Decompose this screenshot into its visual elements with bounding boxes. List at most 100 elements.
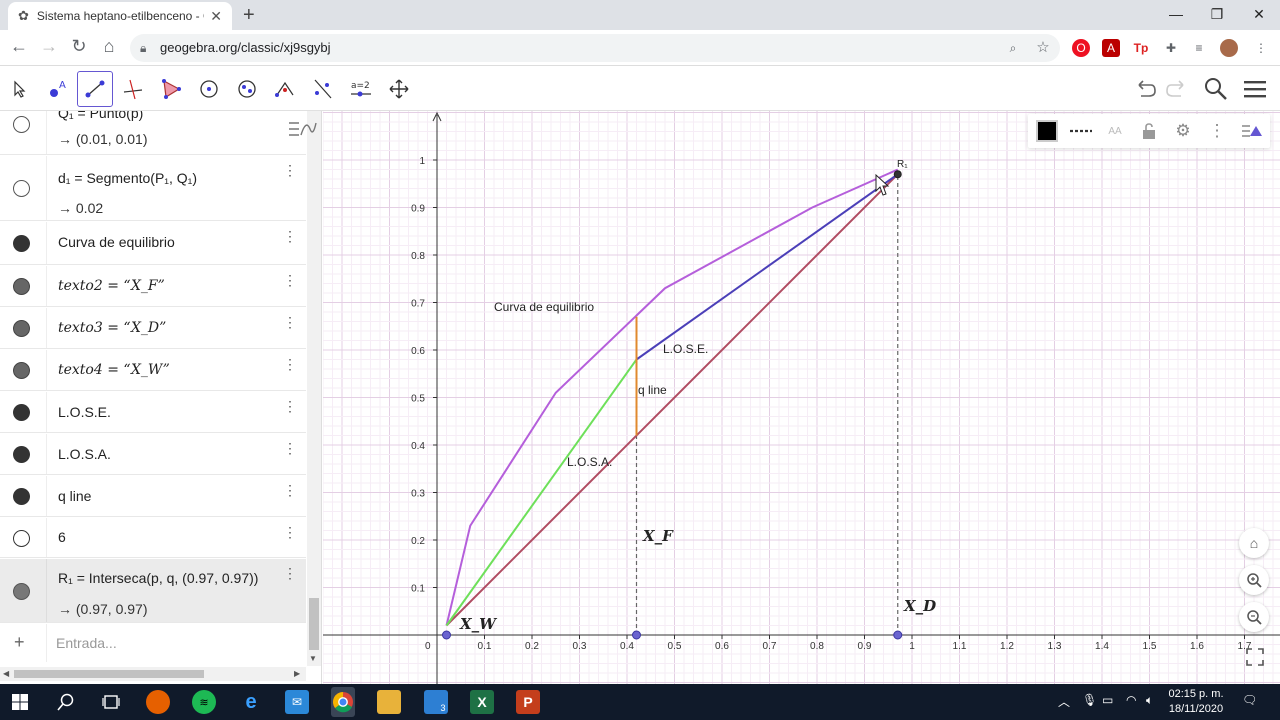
algebra-row-texto4[interactable]: texto4 = “X_W” ⋮ xyxy=(0,350,306,391)
pdf-extension-icon[interactable]: A xyxy=(1102,39,1120,57)
vertical-scrollbar[interactable]: ▼ xyxy=(307,111,321,666)
reflect-tool-icon[interactable] xyxy=(305,71,341,107)
home-icon[interactable]: ⌂ xyxy=(98,36,120,57)
task-view-icon[interactable] xyxy=(99,690,123,714)
ellipse-tool-icon[interactable] xyxy=(229,71,265,107)
row-menu-icon[interactable]: ⋮ xyxy=(283,162,297,179)
algebra-input[interactable]: Entrada... xyxy=(56,635,117,651)
color-picker-button[interactable] xyxy=(1034,118,1060,144)
visibility-toggle[interactable] xyxy=(13,320,30,337)
visibility-toggle[interactable] xyxy=(13,116,30,133)
algebra-row-6[interactable]: 6 ⋮ xyxy=(0,518,306,558)
visibility-toggle[interactable] xyxy=(13,278,30,295)
algebra-style-bar-icon[interactable] xyxy=(286,117,318,141)
spotify-icon[interactable]: ≋ xyxy=(192,690,216,714)
row-menu-icon[interactable]: ⋮ xyxy=(283,565,297,582)
close-tab-icon[interactable]: ✕ xyxy=(210,8,222,25)
home-view-icon[interactable]: ⌂ xyxy=(1239,528,1269,558)
close-window-icon[interactable]: ✕ xyxy=(1236,2,1280,26)
visibility-toggle[interactable] xyxy=(13,583,30,600)
new-tab-icon[interactable]: + xyxy=(243,4,255,27)
scroll-right-arrow-icon[interactable]: ▶ xyxy=(294,669,300,678)
scroll-left-arrow-icon[interactable]: ◀ xyxy=(3,669,9,678)
circle-tool-icon[interactable] xyxy=(191,71,227,107)
fullscreen-icon[interactable] xyxy=(1245,647,1265,667)
row-menu-icon[interactable]: ⋮ xyxy=(283,314,297,331)
algebra-input-row[interactable]: + Entrada... xyxy=(0,624,306,662)
text-object-icon[interactable] xyxy=(13,235,30,252)
row-menu-icon[interactable]: ⋮ xyxy=(283,482,297,499)
reload-icon[interactable]: ↻ xyxy=(68,36,90,57)
algebra-row-losa[interactable]: L.O.S.A. ⋮ xyxy=(0,434,306,475)
media-queue-icon[interactable]: ≡ xyxy=(1190,39,1208,57)
wifi-icon[interactable]: ◠ xyxy=(1126,693,1136,707)
file-explorer-icon[interactable] xyxy=(377,690,401,714)
search-icon[interactable] xyxy=(1198,71,1234,107)
settings-gear-icon[interactable]: ⚙ xyxy=(1170,118,1196,144)
edge-icon[interactable]: e xyxy=(239,690,263,714)
visibility-toggle[interactable] xyxy=(13,362,30,379)
visibility-toggle[interactable] xyxy=(13,180,30,197)
slider-tool-icon[interactable]: a=2 xyxy=(343,71,379,107)
algebra-row-qline[interactable]: q line ⋮ xyxy=(0,476,306,517)
scroll-down-arrow-icon[interactable]: ▼ xyxy=(309,654,317,663)
algebra-row-q1[interactable]: Q₁ = Punto(p) → (0.01, 0.01) xyxy=(0,111,306,155)
angle-tool-icon[interactable] xyxy=(267,71,303,107)
tray-expand-icon[interactable]: ︿ xyxy=(1058,693,1070,710)
search-icon[interactable] xyxy=(54,690,78,714)
browser-menu-icon[interactable]: ⋮ xyxy=(1252,39,1270,57)
mail-icon[interactable]: ✉ xyxy=(285,690,309,714)
perpendicular-tool-icon[interactable] xyxy=(115,71,151,107)
redo-icon[interactable] xyxy=(1160,71,1196,107)
notifications-icon[interactable]: 🗨︎ xyxy=(1242,693,1257,707)
style-bar-toggle-icon[interactable] xyxy=(1238,118,1264,144)
forward-icon[interactable]: → xyxy=(38,36,60,57)
url-field[interactable]: 🔒︎ geogebra.org/classic/xj9sgybj xyxy=(130,34,1060,62)
move-view-tool-icon[interactable] xyxy=(381,71,417,107)
row-menu-icon[interactable]: ⋮ xyxy=(283,524,297,541)
clock[interactable]: 02:15 p. m. 18/11/2020 xyxy=(1162,687,1230,717)
bookmark-star-icon[interactable]: ☆ xyxy=(1034,39,1052,57)
text-object-icon[interactable] xyxy=(13,530,30,547)
scroll-thumb[interactable] xyxy=(14,670,204,678)
battery-icon[interactable]: ▭ xyxy=(1102,693,1113,707)
algebra-row-texto3[interactable]: texto3 = “X_D” ⋮ xyxy=(0,308,306,349)
line-style-button[interactable] xyxy=(1068,118,1094,144)
algebra-row-curva[interactable]: Curva de equilibrio ⋮ xyxy=(0,222,306,265)
algebra-row-texto2[interactable]: texto2 = “X_F” ⋮ xyxy=(0,266,306,307)
algebra-row-r1[interactable]: R₁ = Interseca(p, q, (0.97, 0.97)) → (0.… xyxy=(0,559,306,623)
segment-tool-icon[interactable] xyxy=(77,71,113,107)
row-menu-icon[interactable]: ⋮ xyxy=(283,356,297,373)
zoom-icon[interactable]: ⌕ xyxy=(1004,39,1022,57)
firefox-icon[interactable] xyxy=(146,690,170,714)
microphone-icon[interactable]: 🎙︎ xyxy=(1082,693,1097,707)
text-size-icon[interactable]: AA xyxy=(1102,118,1128,144)
row-menu-icon[interactable]: ⋮ xyxy=(283,440,297,457)
add-icon[interactable]: + xyxy=(14,632,25,653)
text-object-icon[interactable] xyxy=(13,488,30,505)
scroll-thumb[interactable] xyxy=(309,598,319,650)
text-object-icon[interactable] xyxy=(13,404,30,421)
polygon-tool-icon[interactable] xyxy=(153,71,189,107)
extensions-puzzle-icon[interactable]: ✚ xyxy=(1162,39,1180,57)
profile-avatar[interactable] xyxy=(1220,39,1238,57)
more-options-icon[interactable]: ⋮ xyxy=(1204,118,1230,144)
chrome-icon[interactable] xyxy=(331,687,355,717)
zoom-out-icon[interactable] xyxy=(1239,602,1269,632)
opera-extension-icon[interactable]: O xyxy=(1072,39,1090,57)
zoom-in-icon[interactable] xyxy=(1239,565,1269,595)
files-group-icon[interactable]: 3 xyxy=(424,690,448,714)
windows-start-icon[interactable] xyxy=(8,690,32,714)
minimize-icon[interactable]: — xyxy=(1153,2,1199,26)
graphics-canvas[interactable]: 0 0.1 0.2 0.3 0.4 0.5 0.6 0.7 0.8 0.9 1 1.1 1.2 1.3 1.… xyxy=(323,111,1280,684)
horizontal-scrollbar[interactable]: ◀ ▶ xyxy=(0,667,306,681)
volume-icon[interactable]: 🔈︎ xyxy=(1146,693,1153,708)
point-tool-icon[interactable]: A xyxy=(40,71,76,107)
main-menu-icon[interactable] xyxy=(1237,71,1273,107)
tp-extension-icon[interactable]: Tp xyxy=(1132,39,1150,57)
graphics-view[interactable]: 0 0.1 0.2 0.3 0.4 0.5 0.6 0.7 0.8 0.9 1 1.1 1.2 1.3 1.… xyxy=(323,111,1280,684)
algebra-row-lose[interactable]: L.O.S.E. ⋮ xyxy=(0,392,306,433)
move-tool-icon[interactable] xyxy=(2,71,38,107)
lock-object-icon[interactable] xyxy=(1136,118,1162,144)
maximize-icon[interactable]: ❐ xyxy=(1194,2,1240,26)
